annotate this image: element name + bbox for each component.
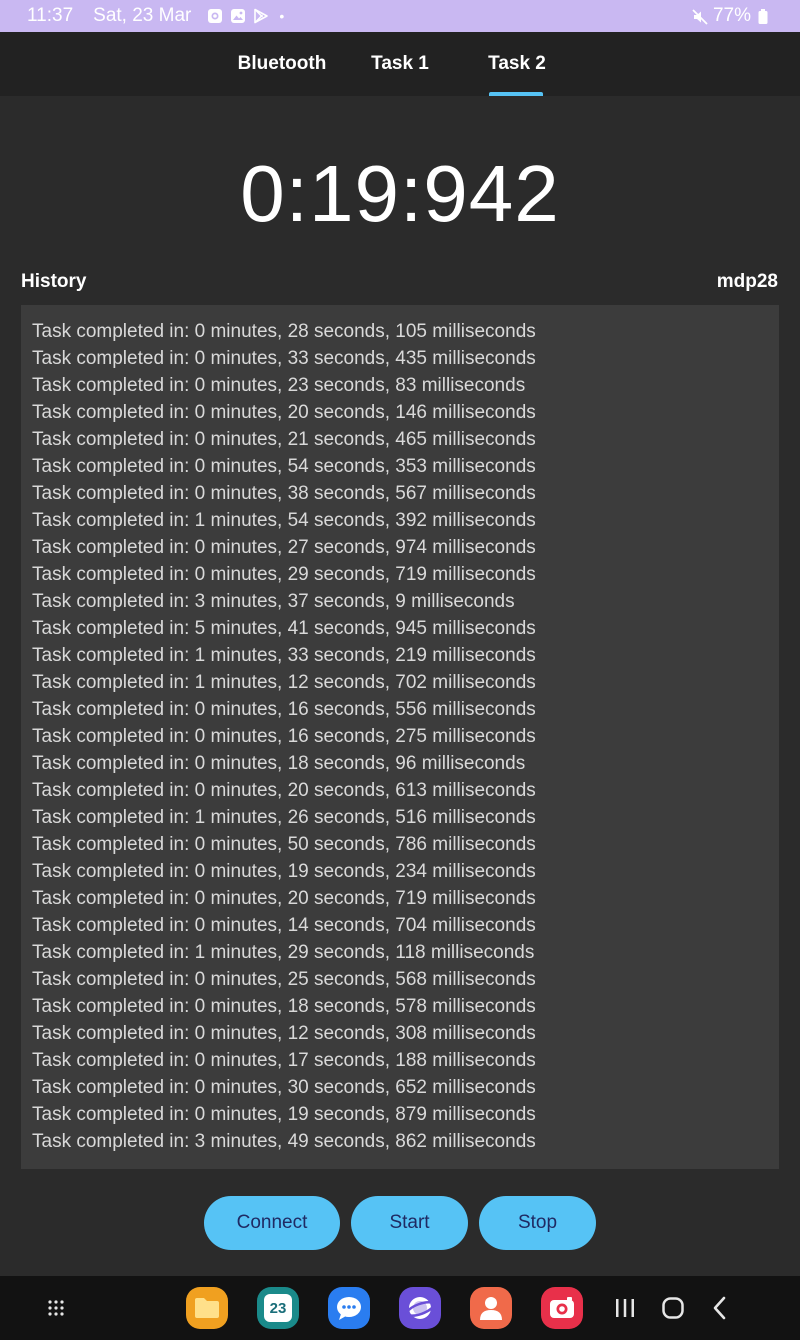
history-item: Task completed in: 0 minutes, 19 seconds… — [32, 861, 536, 882]
tab-bluetooth[interactable]: Bluetooth — [231, 32, 333, 96]
status-dot: • — [279, 8, 285, 24]
gallery-icon — [230, 8, 246, 24]
contacts-icon[interactable] — [470, 1287, 512, 1329]
battery-icon — [757, 8, 773, 24]
messages-icon[interactable] — [328, 1287, 370, 1329]
history-item: Task completed in: 0 minutes, 18 seconds… — [32, 996, 536, 1017]
history-item: Task completed in: 3 minutes, 37 seconds… — [32, 591, 515, 612]
tab-task-2[interactable]: Task 2 — [478, 32, 556, 96]
camera-icon — [207, 8, 223, 24]
camera-app-icon[interactable] — [541, 1287, 583, 1329]
history-item: Task completed in: 0 minutes, 50 seconds… — [32, 834, 536, 855]
device-name: mdp28 — [716, 271, 778, 292]
status-time: 11:37 — [27, 5, 74, 26]
app-drawer-icon[interactable] — [40, 1292, 72, 1324]
battery-percent: 77% — [712, 5, 751, 26]
history-item: Task completed in: 1 minutes, 33 seconds… — [32, 645, 536, 666]
home-icon[interactable] — [657, 1292, 689, 1324]
calendar-icon[interactable]: 23 — [257, 1287, 299, 1329]
history-item: Task completed in: 0 minutes, 33 seconds… — [32, 348, 536, 369]
status-right: 77% — [691, 5, 773, 27]
history-list[interactable]: Task completed in: 0 minutes, 28 seconds… — [21, 305, 779, 1169]
status-bar: 11:37 Sat, 23 Mar • 77% — [0, 0, 800, 32]
stopwatch-display: 0:19:942 — [240, 149, 560, 238]
history-item: Task completed in: 1 minutes, 54 seconds… — [32, 510, 536, 531]
history-title: History — [21, 271, 87, 292]
history-item: Task completed in: 0 minutes, 38 seconds… — [32, 483, 536, 504]
app-screen: 11:37 Sat, 23 Mar • 77% Bluetooth Task 1… — [0, 0, 800, 1340]
history-item: Task completed in: 0 minutes, 20 seconds… — [32, 780, 536, 801]
history-item: Task completed in: 0 minutes, 25 seconds… — [32, 969, 536, 990]
calendar-day: 23 — [264, 1294, 292, 1322]
history-item: Task completed in: 0 minutes, 27 seconds… — [32, 537, 536, 558]
history-item: Task completed in: 0 minutes, 23 seconds… — [32, 375, 526, 396]
history-item: Task completed in: 0 minutes, 29 seconds… — [32, 564, 536, 585]
history-item: Task completed in: 1 minutes, 29 seconds… — [32, 942, 535, 963]
tab-task-1[interactable]: Task 1 — [362, 32, 438, 96]
history-item: Task completed in: 0 minutes, 21 seconds… — [32, 429, 536, 450]
recents-icon[interactable] — [610, 1294, 640, 1322]
history-item: Task completed in: 0 minutes, 16 seconds… — [32, 699, 536, 720]
navigation-bar: 23 — [0, 1276, 800, 1340]
history-item: Task completed in: 0 minutes, 12 seconds… — [32, 1023, 536, 1044]
history-item: Task completed in: 0 minutes, 28 seconds… — [32, 321, 536, 342]
mute-icon — [691, 8, 708, 25]
my-files-icon[interactable] — [186, 1287, 228, 1329]
history-item: Task completed in: 0 minutes, 19 seconds… — [32, 1104, 536, 1125]
history-item: Task completed in: 0 minutes, 17 seconds… — [32, 1050, 536, 1071]
notification-icons: • — [207, 8, 284, 24]
internet-icon[interactable] — [399, 1287, 441, 1329]
history-item: Task completed in: 0 minutes, 16 seconds… — [32, 726, 536, 747]
tab-bar: Bluetooth Task 1 Task 2 — [0, 32, 800, 96]
history-item: Task completed in: 1 minutes, 12 seconds… — [32, 672, 536, 693]
stop-button[interactable]: Stop — [479, 1196, 596, 1250]
connect-button[interactable]: Connect — [204, 1196, 340, 1250]
status-date: Sat, 23 Mar — [93, 5, 192, 26]
history-item: Task completed in: 0 minutes, 14 seconds… — [32, 915, 536, 936]
history-item: Task completed in: 0 minutes, 54 seconds… — [32, 456, 536, 477]
start-button[interactable]: Start — [351, 1196, 468, 1250]
history-item: Task completed in: 1 minutes, 26 seconds… — [32, 807, 536, 828]
play-store-icon — [253, 8, 269, 24]
back-icon[interactable] — [705, 1292, 735, 1324]
history-item: Task completed in: 0 minutes, 18 seconds… — [32, 753, 526, 774]
history-item: Task completed in: 3 minutes, 49 seconds… — [32, 1131, 536, 1152]
active-tab-indicator — [489, 92, 543, 96]
history-item: Task completed in: 0 minutes, 20 seconds… — [32, 402, 536, 423]
history-item: Task completed in: 0 minutes, 30 seconds… — [32, 1077, 536, 1098]
history-item: Task completed in: 5 minutes, 41 seconds… — [32, 618, 536, 639]
history-item: Task completed in: 0 minutes, 20 seconds… — [32, 888, 536, 909]
